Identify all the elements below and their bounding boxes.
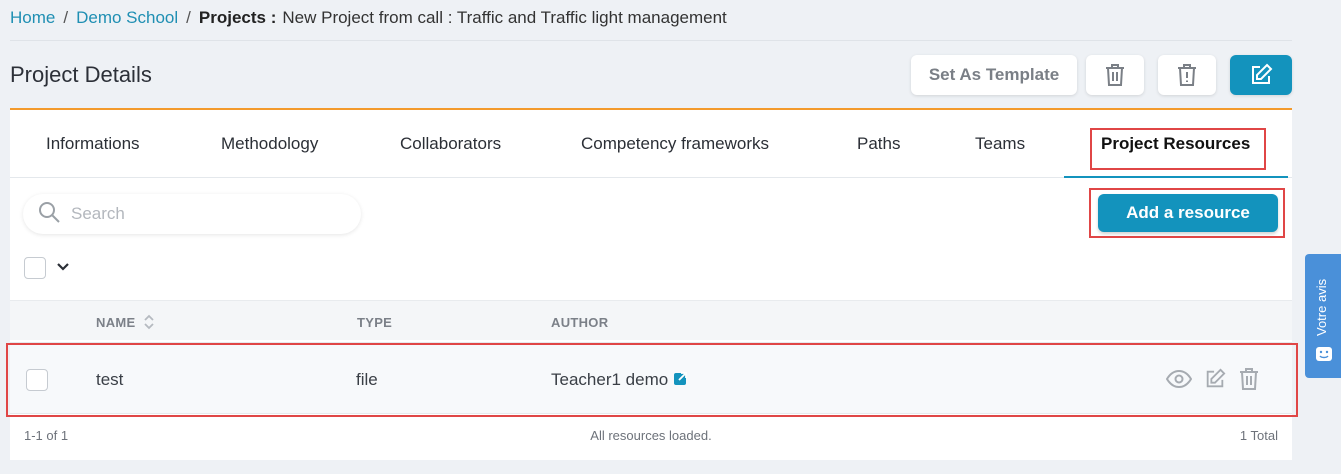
sort-icon[interactable]: [143, 313, 155, 336]
highlight-box-add: [1089, 188, 1285, 238]
highlight-box-row: [6, 343, 1298, 417]
tab-competency-frameworks[interactable]: Competency frameworks: [581, 134, 769, 154]
feedback-label: Votre avis: [1314, 278, 1329, 336]
trash-alert-icon: [1176, 63, 1198, 87]
tab-informations[interactable]: Informations: [46, 134, 140, 154]
delete-button[interactable]: [1086, 55, 1144, 95]
column-header-type: TYPE: [357, 315, 393, 330]
load-status: All resources loaded.: [590, 428, 712, 443]
table-header: NAME TYPE AUTHOR: [10, 300, 1292, 340]
archive-delete-button[interactable]: [1158, 55, 1216, 95]
total-count: 1 Total: [1239, 428, 1278, 443]
breadcrumb-school-link[interactable]: Demo School: [76, 8, 178, 28]
chevron-down-icon[interactable]: [56, 259, 70, 277]
tab-methodology[interactable]: Methodology: [221, 134, 318, 154]
breadcrumb-divider: [10, 40, 1292, 41]
breadcrumb-separator: /: [63, 8, 69, 27]
set-as-template-button[interactable]: Set As Template: [911, 55, 1077, 95]
page-title: Project Details: [10, 62, 152, 87]
tab-bar: Informations Methodology Collaborators C…: [10, 110, 1292, 178]
search-icon: [37, 200, 61, 229]
active-tab-indicator: [1064, 176, 1288, 178]
column-header-name[interactable]: NAME: [96, 315, 135, 330]
project-details-card: Informations Methodology Collaborators C…: [6, 108, 1298, 460]
trash-icon: [1104, 63, 1126, 87]
breadcrumb-home-link[interactable]: Home: [10, 8, 55, 28]
tab-teams[interactable]: Teams: [975, 134, 1025, 154]
breadcrumb-current: New Project from call : Traffic and Traf…: [282, 8, 727, 27]
feedback-tab[interactable]: Votre avis: [1305, 254, 1341, 378]
breadcrumb-separator: /: [186, 8, 191, 27]
breadcrumb-projects: Projects :: [198, 8, 277, 27]
search-input[interactable]: [71, 204, 331, 224]
edit-icon: [1249, 63, 1273, 87]
select-all-checkbox[interactable]: [24, 257, 46, 279]
bulk-select: [24, 257, 70, 279]
highlight-box-tab: [1090, 128, 1266, 170]
tab-collaborators[interactable]: Collaborators: [400, 134, 501, 154]
edit-project-button[interactable]: [1230, 55, 1292, 95]
search-box: [23, 194, 361, 234]
column-header-author: AUTHOR: [551, 315, 609, 330]
smiley-icon: [1315, 346, 1333, 369]
tab-paths[interactable]: Paths: [857, 134, 900, 154]
breadcrumb: Home / Demo School / Projects : New Proj…: [10, 6, 727, 30]
